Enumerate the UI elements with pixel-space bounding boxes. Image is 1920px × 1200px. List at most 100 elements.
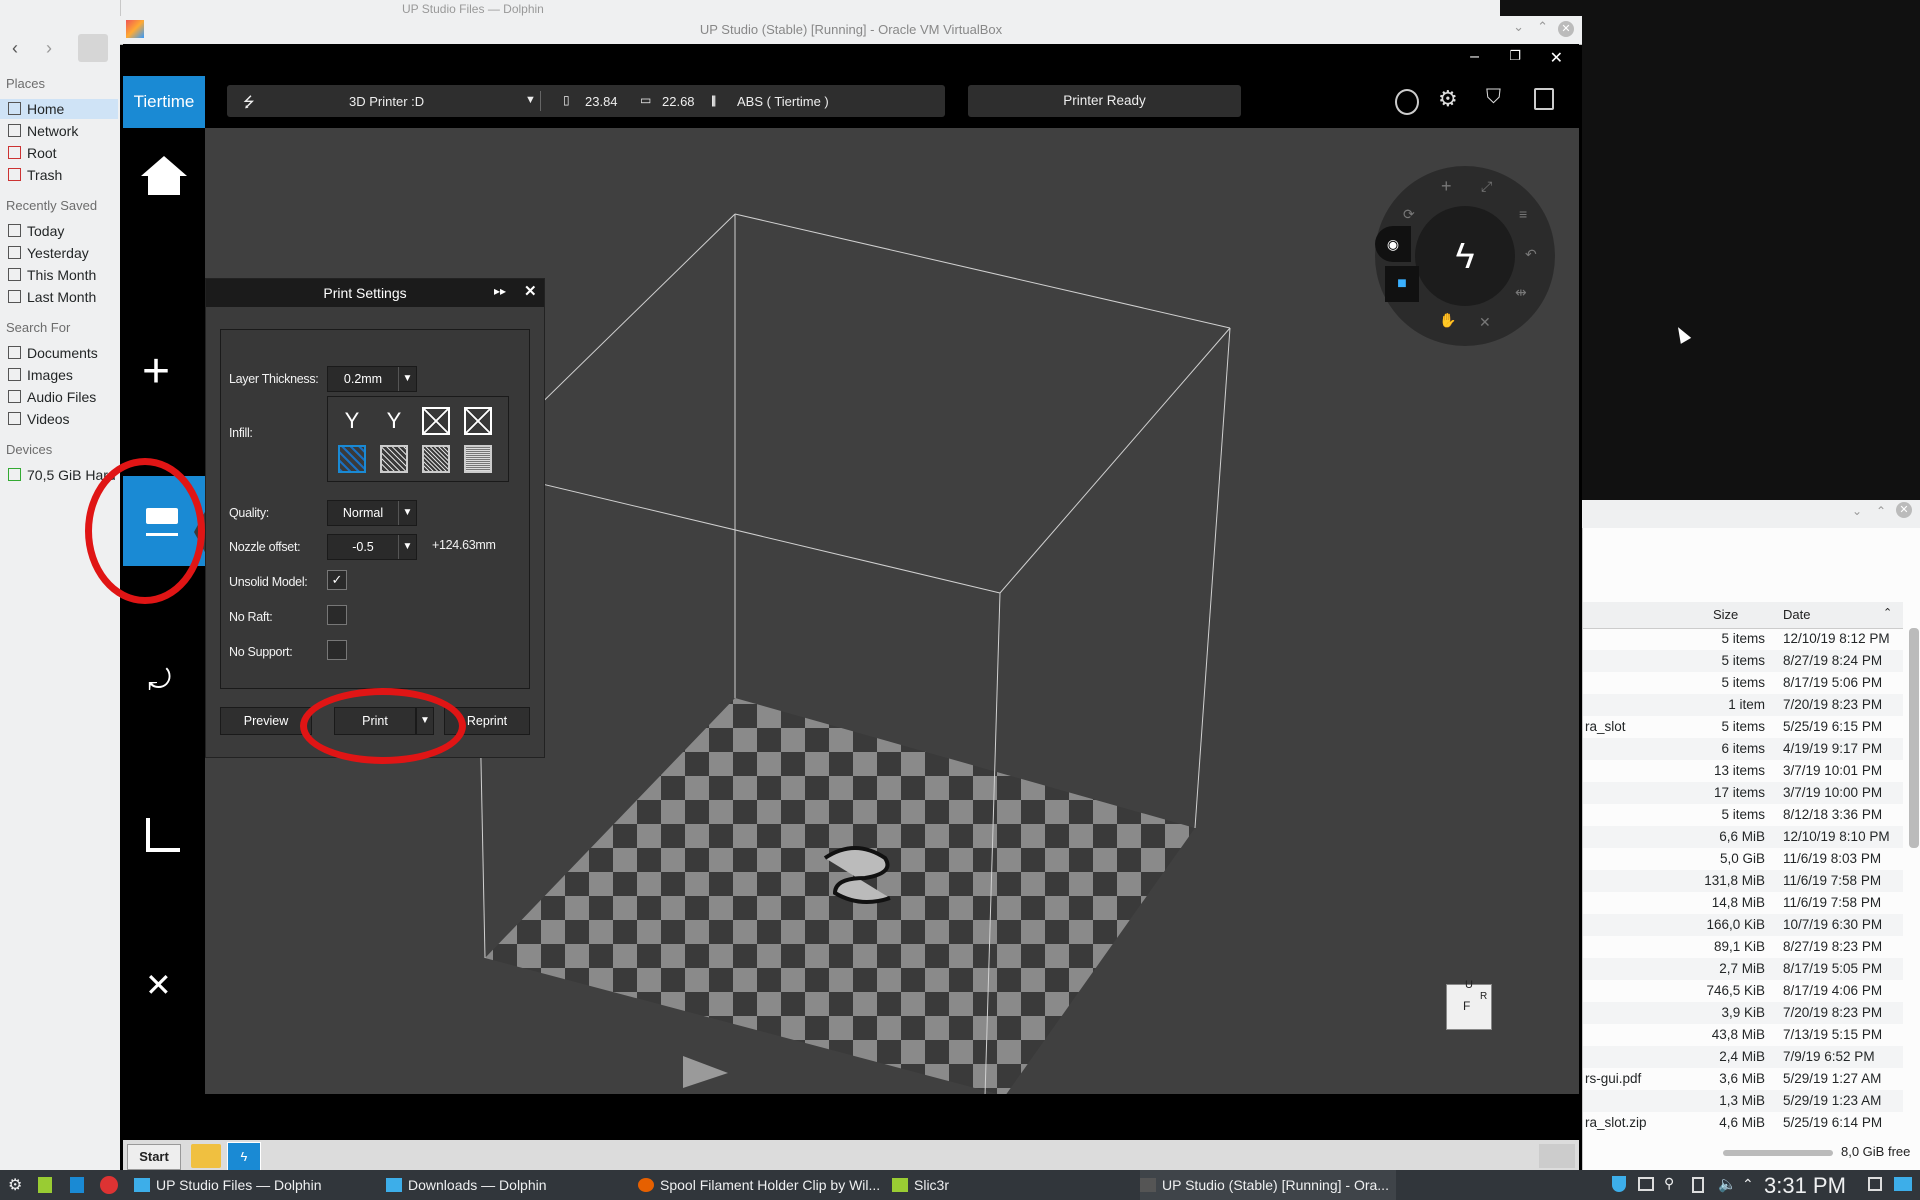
network-icon[interactable]: ⚲: [1664, 1175, 1674, 1192]
file-row[interactable]: 166,0 KiB 10/7/19 6:30 PM: [1583, 914, 1903, 936]
file-row[interactable]: 5 items 12/10/19 8:12 PM: [1583, 628, 1903, 650]
scale-icon[interactable]: ⤢: [1481, 178, 1492, 195]
file-row[interactable]: 746,5 KiB 8/17/19 4:06 PM: [1583, 980, 1903, 1002]
tray-icon[interactable]: [1539, 1144, 1575, 1168]
hand-icon[interactable]: ✋: [1439, 312, 1456, 329]
view-mode-icon[interactable]: [78, 34, 108, 62]
task-virtualbox[interactable]: UP Studio (Stable) [Running] - Ora...: [1140, 1170, 1396, 1200]
minimize-icon[interactable]: ⌄: [1513, 19, 1524, 35]
file-row[interactable]: ra_slot 5 items 5/25/19 6:15 PM: [1583, 716, 1903, 738]
unsolid-model-checkbox[interactable]: ✓: [327, 570, 347, 590]
clipboard-icon[interactable]: [1692, 1177, 1704, 1193]
upstudio-launcher-icon[interactable]: [70, 1177, 84, 1193]
place-root[interactable]: Root: [8, 145, 57, 161]
minimize-icon[interactable]: ⌄: [1852, 504, 1862, 518]
start-button[interactable]: Start: [127, 1144, 181, 1170]
scrollbar-thumb[interactable]: [1909, 628, 1919, 848]
fit-icon[interactable]: ✕: [1479, 314, 1491, 331]
app-launcher-icon[interactable]: [100, 1176, 118, 1194]
search-videos[interactable]: Videos: [8, 411, 70, 427]
add-icon[interactable]: +: [142, 348, 170, 396]
list-icon[interactable]: ≡: [1519, 206, 1527, 222]
forward-icon[interactable]: ›: [46, 38, 52, 59]
file-row[interactable]: 2,4 MiB 7/9/19 6:52 PM: [1583, 1046, 1903, 1068]
close-icon[interactable]: ✕: [1896, 502, 1912, 518]
close-icon[interactable]: ✕: [1558, 21, 1574, 37]
minimize-icon[interactable]: –: [1470, 48, 1479, 66]
rotate-icon[interactable]: ⟳: [1403, 206, 1415, 223]
display-icon[interactable]: [1638, 1177, 1654, 1191]
shield-icon[interactable]: [1612, 1176, 1626, 1192]
column-date[interactable]: Date: [1783, 607, 1810, 622]
ruler-icon[interactable]: [146, 818, 180, 852]
notifications-icon[interactable]: [1868, 1177, 1882, 1191]
account-icon[interactable]: [1395, 89, 1419, 115]
file-row[interactable]: rs-gui.pdf 3,6 MiB 5/29/19 1:27 AM: [1583, 1068, 1903, 1090]
chevron-up-icon[interactable]: ⌃: [1742, 1176, 1754, 1193]
back-icon[interactable]: ‹: [12, 38, 18, 59]
file-row[interactable]: 6,6 MiB 12/10/19 8:10 PM: [1583, 826, 1903, 848]
expand-icon[interactable]: ▸▸: [494, 284, 506, 298]
upstudio-task-icon[interactable]: ϟ: [227, 1142, 261, 1172]
orientation-cube[interactable]: F U R: [1446, 979, 1492, 1030]
maximize-icon[interactable]: ⌃: [1537, 19, 1548, 35]
quality-select[interactable]: Normal ▼: [327, 500, 417, 526]
recent-last-month[interactable]: Last Month: [8, 289, 96, 305]
slic3r-launcher-icon[interactable]: [38, 1177, 52, 1193]
layer-thickness-select[interactable]: 0.2mm ▼: [327, 366, 417, 392]
file-row[interactable]: 5 items 8/17/19 5:06 PM: [1583, 672, 1903, 694]
file-row[interactable]: 3,9 KiB 7/20/19 8:23 PM: [1583, 1002, 1903, 1024]
no-raft-checkbox[interactable]: [327, 605, 347, 625]
settings-icon[interactable]: ⚙: [1438, 86, 1458, 112]
volume-icon[interactable]: 🔈: [1718, 1175, 1737, 1193]
eye-icon[interactable]: ◉: [1375, 226, 1411, 262]
task-slic3r[interactable]: Slic3r: [892, 1170, 949, 1200]
task-firefox[interactable]: Spool Filament Holder Clip by Wil...: [638, 1170, 880, 1200]
file-row[interactable]: 13 items 3/7/19 10:01 PM: [1583, 760, 1903, 782]
cube-view-icon[interactable]: ■: [1385, 266, 1419, 302]
device-harddrive[interactable]: 70,5 GiB Hard: [8, 467, 116, 483]
file-row[interactable]: 6 items 4/19/19 9:17 PM: [1583, 738, 1903, 760]
infill-solid-icon[interactable]: [464, 445, 492, 473]
view-center-icon[interactable]: ϟ: [1415, 206, 1515, 306]
recent-this-month[interactable]: This Month: [8, 267, 96, 283]
recent-yesterday[interactable]: Yesterday: [8, 245, 89, 261]
file-row[interactable]: 43,8 MiB 7/13/19 5:15 PM: [1583, 1024, 1903, 1046]
file-row[interactable]: 1 item 7/20/19 8:23 PM: [1583, 694, 1903, 716]
file-row[interactable]: 131,8 MiB 11/6/19 7:58 PM: [1583, 870, 1903, 892]
place-network[interactable]: Network: [8, 123, 78, 139]
infill-sparse-icon[interactable]: [464, 407, 492, 435]
file-row[interactable]: ra_slot.zip 4,6 MiB 5/25/19 6:14 PM: [1583, 1112, 1903, 1134]
mirror-icon[interactable]: ⇹: [1515, 284, 1527, 301]
launcher-icon[interactable]: ⚙: [8, 1175, 22, 1195]
folder-icon[interactable]: [191, 1144, 221, 1168]
edit-icon[interactable]: [1534, 88, 1554, 110]
home-icon[interactable]: [141, 156, 187, 176]
file-row[interactable]: 14,8 MiB 11/6/19 7:58 PM: [1583, 892, 1903, 914]
no-support-checkbox[interactable]: [327, 640, 347, 660]
place-trash[interactable]: Trash: [8, 167, 62, 183]
restore-icon[interactable]: ❐: [1509, 48, 1521, 64]
printer-selector[interactable]: ⭍ 3D Printer :D ▼ ▯ 23.84 ▭ 22.68 ||| AB…: [227, 85, 945, 117]
file-row[interactable]: 2,7 MiB 8/17/19 5:05 PM: [1583, 958, 1903, 980]
shirt-icon[interactable]: ⛉: [1486, 86, 1501, 109]
task-downloads[interactable]: Downloads — Dolphin: [386, 1170, 547, 1200]
file-row[interactable]: 5 items 8/27/19 8:24 PM: [1583, 650, 1903, 672]
file-row[interactable]: 5 items 8/12/18 3:36 PM: [1583, 804, 1903, 826]
preview-button[interactable]: Preview: [220, 707, 312, 735]
plus-icon[interactable]: +: [1441, 176, 1452, 197]
task-upstudio-files[interactable]: UP Studio Files — Dolphin: [134, 1170, 321, 1200]
tools-icon[interactable]: ✕: [145, 966, 172, 1004]
infill-surface-icon[interactable]: Y: [380, 407, 408, 435]
place-home[interactable]: Home: [8, 101, 64, 117]
search-audio[interactable]: Audio Files: [8, 389, 96, 405]
file-row[interactable]: 5,0 GiB 11/6/19 8:03 PM: [1583, 848, 1903, 870]
infill-50-icon[interactable]: [422, 445, 450, 473]
view-control-wheel[interactable]: ϟ ◉ ■ + ⤢ ≡ ↶ ⇹ ✕ ✋ ⟳: [1375, 166, 1555, 346]
maximize-icon[interactable]: ⌃: [1876, 504, 1886, 518]
undo-icon[interactable]: ↶: [1525, 246, 1537, 263]
file-row[interactable]: 17 items 3/7/19 10:00 PM: [1583, 782, 1903, 804]
file-row[interactable]: 1,3 MiB 5/29/19 1:23 AM: [1583, 1090, 1903, 1112]
recent-today[interactable]: Today: [8, 223, 64, 239]
close-icon[interactable]: ✕: [524, 282, 537, 300]
